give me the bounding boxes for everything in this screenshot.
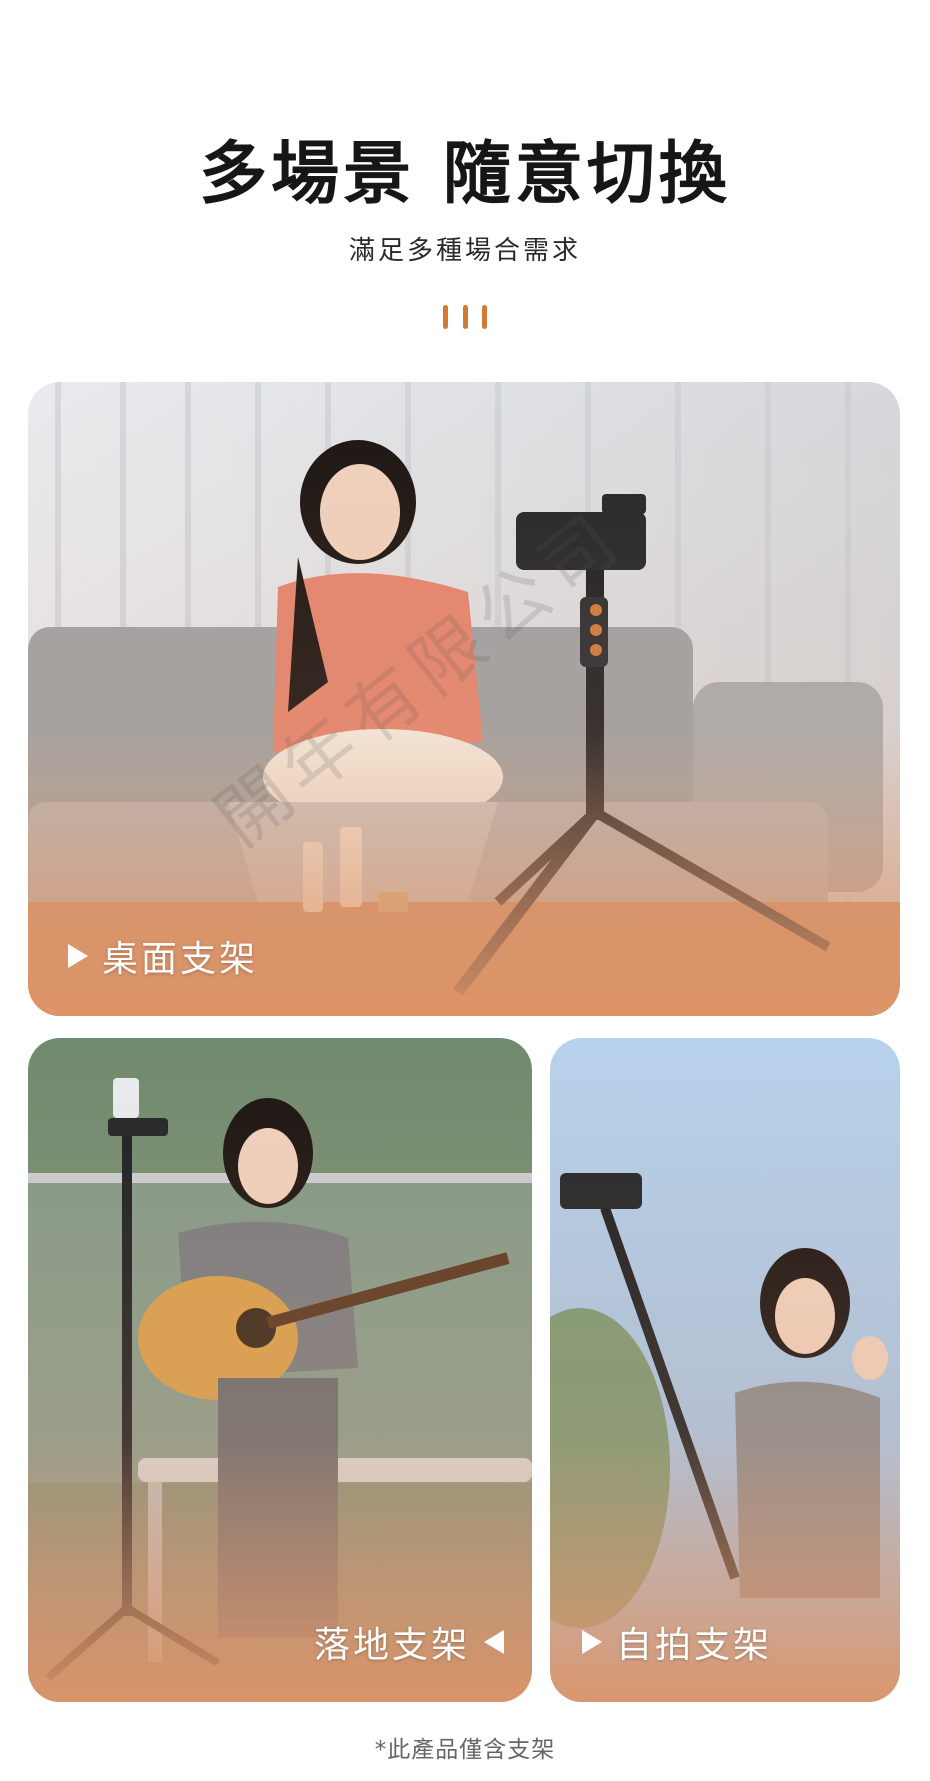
- selfie-scene-image: [550, 1038, 900, 1702]
- card-label-desktop: 桌面支架: [68, 930, 258, 982]
- card-label-floor: 落地支架: [314, 1616, 504, 1668]
- divider-bars-icon: [443, 305, 487, 329]
- play-right-icon: [582, 1630, 602, 1654]
- label-text: 桌面支架: [102, 939, 259, 980]
- play-right-icon: [68, 944, 88, 968]
- floor-scene-image: [28, 1038, 532, 1702]
- card-selfie-stand: 自拍支架: [550, 1038, 900, 1702]
- label-text: 自拍支架: [616, 1625, 773, 1666]
- card-floor-stand: 落地支架: [28, 1038, 532, 1702]
- label-text: 落地支架: [313, 1625, 470, 1666]
- page-subtitle: 滿足多種場合需求: [348, 236, 581, 266]
- footnote: *此產品僅含支架: [374, 1737, 556, 1763]
- page-title: 多場景 隨意切換: [199, 135, 731, 214]
- play-left-icon: [484, 1630, 504, 1654]
- card-label-selfie: 自拍支架: [582, 1616, 772, 1668]
